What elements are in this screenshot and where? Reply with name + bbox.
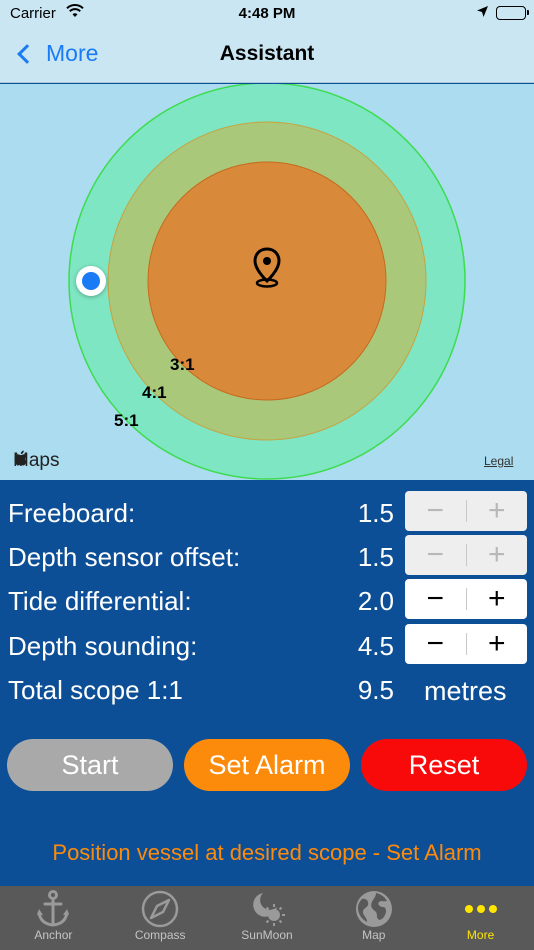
more-dots-icon [463, 886, 499, 932]
decrement-button[interactable]: − [405, 579, 466, 619]
vessel-location-dot [76, 266, 106, 296]
param-row-depth-sounding: Depth sounding: 4.5 − + [0, 620, 534, 664]
increment-button[interactable]: + [467, 535, 528, 575]
increment-button[interactable]: + [467, 624, 528, 664]
decrement-button[interactable]: − [405, 535, 466, 575]
tab-anchor[interactable]: Anchor [0, 886, 107, 950]
battery-icon [496, 6, 529, 20]
tab-label: More [466, 928, 495, 942]
location-arrow-icon [476, 5, 489, 22]
reset-button[interactable]: Reset [361, 739, 527, 791]
instruction-text: Position vessel at desired scope - Set A… [52, 840, 482, 865]
param-value: 1.5 [357, 498, 394, 528]
param-row-freeboard: Freeboard: 1.5 − + [0, 487, 534, 531]
increment-button[interactable]: + [467, 491, 528, 531]
depth-sensor-offset-stepper[interactable]: − + [405, 535, 527, 575]
sunmoon-icon [247, 886, 287, 932]
top-bar: Carrier 4:48 PM More Assistant [0, 0, 534, 83]
decrement-button[interactable]: − [405, 624, 466, 664]
maps-attribution: Maps [13, 450, 59, 472]
param-label: Freeboard: [8, 498, 136, 528]
status-bar: Carrier 4:48 PM [0, 0, 534, 28]
total-scope-label: Total scope 1:1 [8, 675, 183, 705]
tab-bar: Anchor Compass SunMoon Map More [0, 886, 534, 950]
tab-label: SunMoon [241, 928, 293, 942]
param-value: 4.5 [357, 631, 394, 661]
tab-more[interactable]: More [427, 886, 534, 950]
tab-label: Anchor [34, 928, 73, 942]
depth-sounding-stepper[interactable]: − + [405, 624, 527, 664]
param-value: 2.0 [357, 586, 394, 616]
tab-label: Map [362, 928, 386, 942]
freeboard-stepper[interactable]: − + [405, 491, 527, 531]
action-buttons: Start Set Alarm Reset [0, 739, 534, 791]
tab-label: Compass [134, 928, 186, 942]
total-scope-row: Total scope 1:1 9.5 metres [0, 664, 534, 708]
tab-map[interactable]: Map [320, 886, 427, 950]
param-label: Depth sensor offset: [8, 542, 241, 572]
compass-icon [141, 886, 179, 932]
start-button[interactable]: Start [7, 739, 173, 791]
anchor-icon [35, 886, 71, 932]
status-time: 4:48 PM [238, 5, 296, 22]
scope-label-5-1: 5:1 [114, 411, 139, 430]
units-label: metres [424, 676, 507, 706]
param-value: 1.5 [357, 542, 394, 572]
scope-panel: Freeboard: 1.5 − + Depth sensor offset: … [0, 480, 534, 886]
legal-link[interactable]: Legal [484, 454, 513, 468]
param-row-tide-differential: Tide differential: 2.0 − + [0, 575, 534, 619]
tide-differential-stepper[interactable]: − + [405, 579, 527, 619]
globe-icon [354, 886, 394, 932]
increment-button[interactable]: + [467, 579, 528, 619]
decrement-button[interactable]: − [405, 491, 466, 531]
param-row-depth-sensor-offset: Depth sensor offset: 1.5 − + [0, 531, 534, 575]
tab-sunmoon[interactable]: SunMoon [214, 886, 321, 950]
set-alarm-button[interactable]: Set Alarm [184, 739, 350, 791]
scope-label-4-1: 4:1 [142, 383, 167, 402]
param-label: Depth sounding: [8, 631, 198, 661]
tab-compass[interactable]: Compass [107, 886, 214, 950]
total-scope-value: 9.5 [357, 675, 394, 705]
page-title: Assistant [219, 42, 315, 65]
scope-label-3-1: 3:1 [170, 355, 195, 374]
apple-logo-icon [14, 450, 27, 466]
param-label: Tide differential: [8, 586, 192, 616]
map-view[interactable]: 3:1 4:1 5:1 Maps Legal [0, 84, 534, 480]
